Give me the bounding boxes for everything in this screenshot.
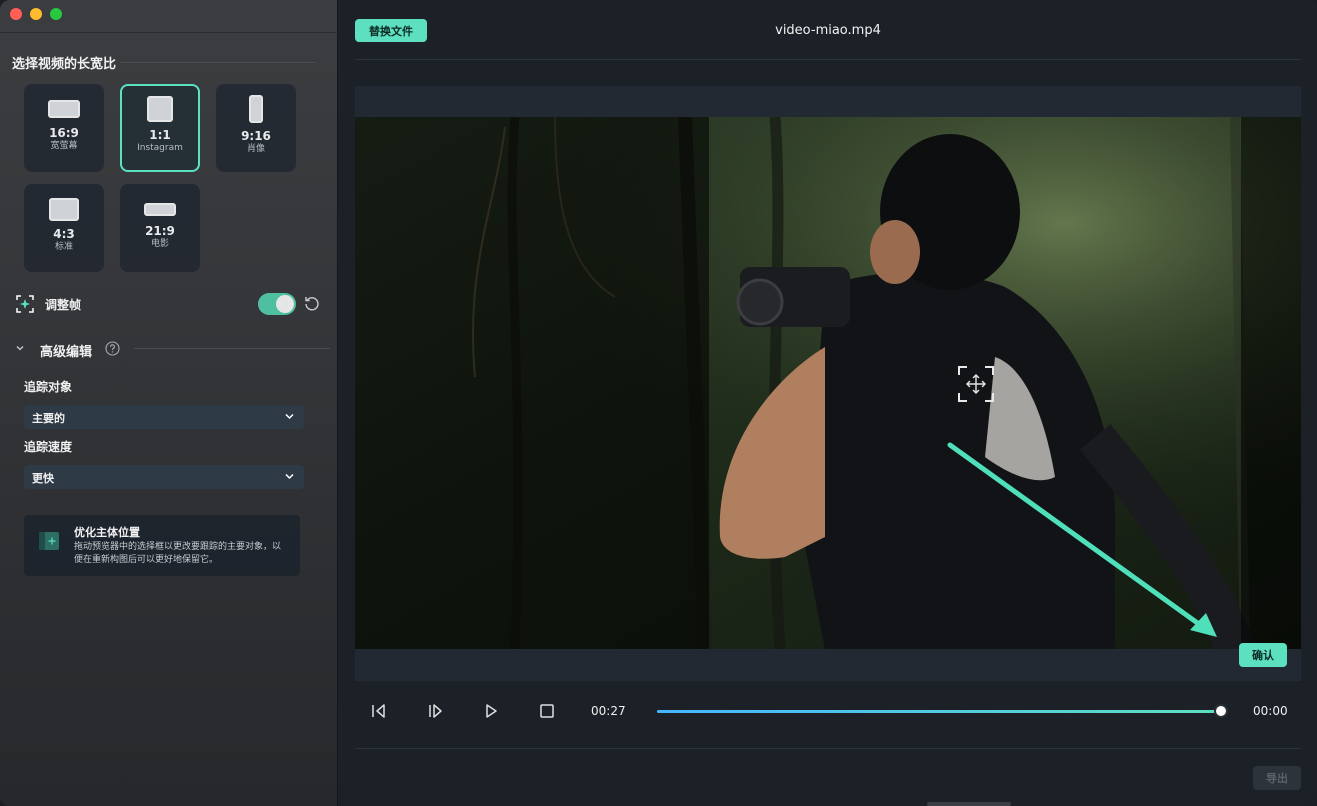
help-icon[interactable] — [105, 341, 120, 356]
progress-thumb[interactable] — [1214, 704, 1228, 718]
track-object-label: 追踪对象 — [24, 380, 73, 394]
advanced-edit-header[interactable]: 高级编辑 — [14, 339, 330, 360]
advanced-edit-label: 高级编辑 — [40, 345, 93, 360]
app-window: 选择视频的长宽比 16:9 宽萤幕 1:1 Instagram 9:16 肖像 … — [0, 0, 1317, 806]
ratio-description: 宽萤幕 — [50, 141, 78, 151]
ratio-value: 16:9 — [49, 126, 79, 140]
zoom-window-button[interactable] — [50, 8, 62, 20]
ratio-description: Instagram — [137, 143, 183, 153]
end-time: 00:00 — [1253, 704, 1288, 718]
widescreen-shape-icon — [48, 100, 80, 118]
adjust-frame-toggle[interactable] — [258, 293, 296, 315]
track-speed-value: 更快 — [32, 472, 54, 485]
auto-reframe-icon — [16, 295, 34, 313]
video-frame-image — [355, 117, 1301, 649]
step-forward-icon[interactable] — [425, 701, 445, 721]
optimize-subject-tip: 优化主体位置 拖动预览器中的选择框以更改要跟踪的主要对象，以便在重新构图后可以更… — [24, 515, 300, 576]
play-icon[interactable] — [481, 701, 501, 721]
ratio-option-1-1[interactable]: 1:1 Instagram — [120, 84, 200, 172]
divider — [0, 32, 338, 33]
cinema-shape-icon — [144, 203, 176, 216]
adjust-frame-row: 调整帧 — [16, 293, 326, 315]
adjust-frame-label: 调整帧 — [45, 298, 82, 312]
ratio-description: 标准 — [54, 242, 73, 252]
ratio-description: 肖像 — [246, 144, 265, 154]
portrait-shape-icon — [249, 95, 263, 123]
tip-body: 拖动预览器中的选择框以更改要跟踪的主要对象，以便在重新构图后可以更好地保留它。 — [74, 542, 282, 565]
standard-shape-icon — [49, 198, 79, 221]
main-panel: 替换文件 video-miao.mp4 确认 00:27 00:00 导出 — [339, 0, 1317, 806]
export-button[interactable]: 导出 — [1253, 766, 1301, 790]
subject-position-icon — [39, 532, 59, 550]
track-speed-label: 追踪速度 — [24, 440, 73, 454]
divider — [120, 62, 316, 63]
divider — [355, 748, 1301, 749]
chevron-down-icon — [285, 413, 294, 420]
ratio-option-21-9[interactable]: 21:9 电影 — [120, 184, 200, 272]
window-controls — [10, 8, 62, 20]
stop-icon[interactable] — [537, 701, 557, 721]
ratio-option-4-3[interactable]: 4:3 标准 — [24, 184, 104, 272]
progress-bar[interactable] — [657, 704, 1228, 718]
confirm-button[interactable]: 确认 — [1239, 643, 1287, 667]
ratio-value: 21:9 — [145, 224, 175, 238]
ratio-value: 9:16 — [241, 129, 271, 143]
chevron-down-icon — [16, 346, 24, 351]
track-object-select[interactable]: 主要的 — [24, 405, 304, 429]
tip-title: 优化主体位置 — [74, 526, 140, 539]
close-window-button[interactable] — [10, 8, 22, 20]
sidebar: 选择视频的长宽比 16:9 宽萤幕 1:1 Instagram 9:16 肖像 … — [0, 0, 338, 806]
divider — [355, 59, 1301, 60]
ratio-option-16-9[interactable]: 16:9 宽萤幕 — [24, 84, 104, 172]
reset-icon[interactable] — [304, 295, 320, 311]
ratio-description: 电影 — [150, 239, 169, 249]
current-time: 00:27 — [591, 704, 626, 718]
player-controls: 00:27 00:00 — [355, 694, 1301, 728]
ratio-value: 1:1 — [149, 128, 171, 142]
progress-fill — [657, 710, 1221, 713]
video-preview[interactable] — [355, 117, 1301, 649]
ratio-option-9-16[interactable]: 9:16 肖像 — [216, 84, 296, 172]
track-object-value: 主要的 — [32, 412, 65, 425]
minimize-window-button[interactable] — [30, 8, 42, 20]
ratio-value: 4:3 — [53, 227, 75, 241]
step-back-icon[interactable] — [369, 701, 389, 721]
aspect-ratio-title: 选择视频的长宽比 — [12, 57, 117, 72]
square-shape-icon — [147, 96, 173, 122]
preview-area: 确认 — [355, 86, 1301, 681]
divider — [134, 348, 330, 349]
scroll-indicator — [927, 802, 1011, 806]
chevron-down-icon — [285, 473, 294, 480]
track-speed-select[interactable]: 更快 — [24, 465, 304, 489]
file-name: video-miao.mp4 — [775, 23, 881, 38]
